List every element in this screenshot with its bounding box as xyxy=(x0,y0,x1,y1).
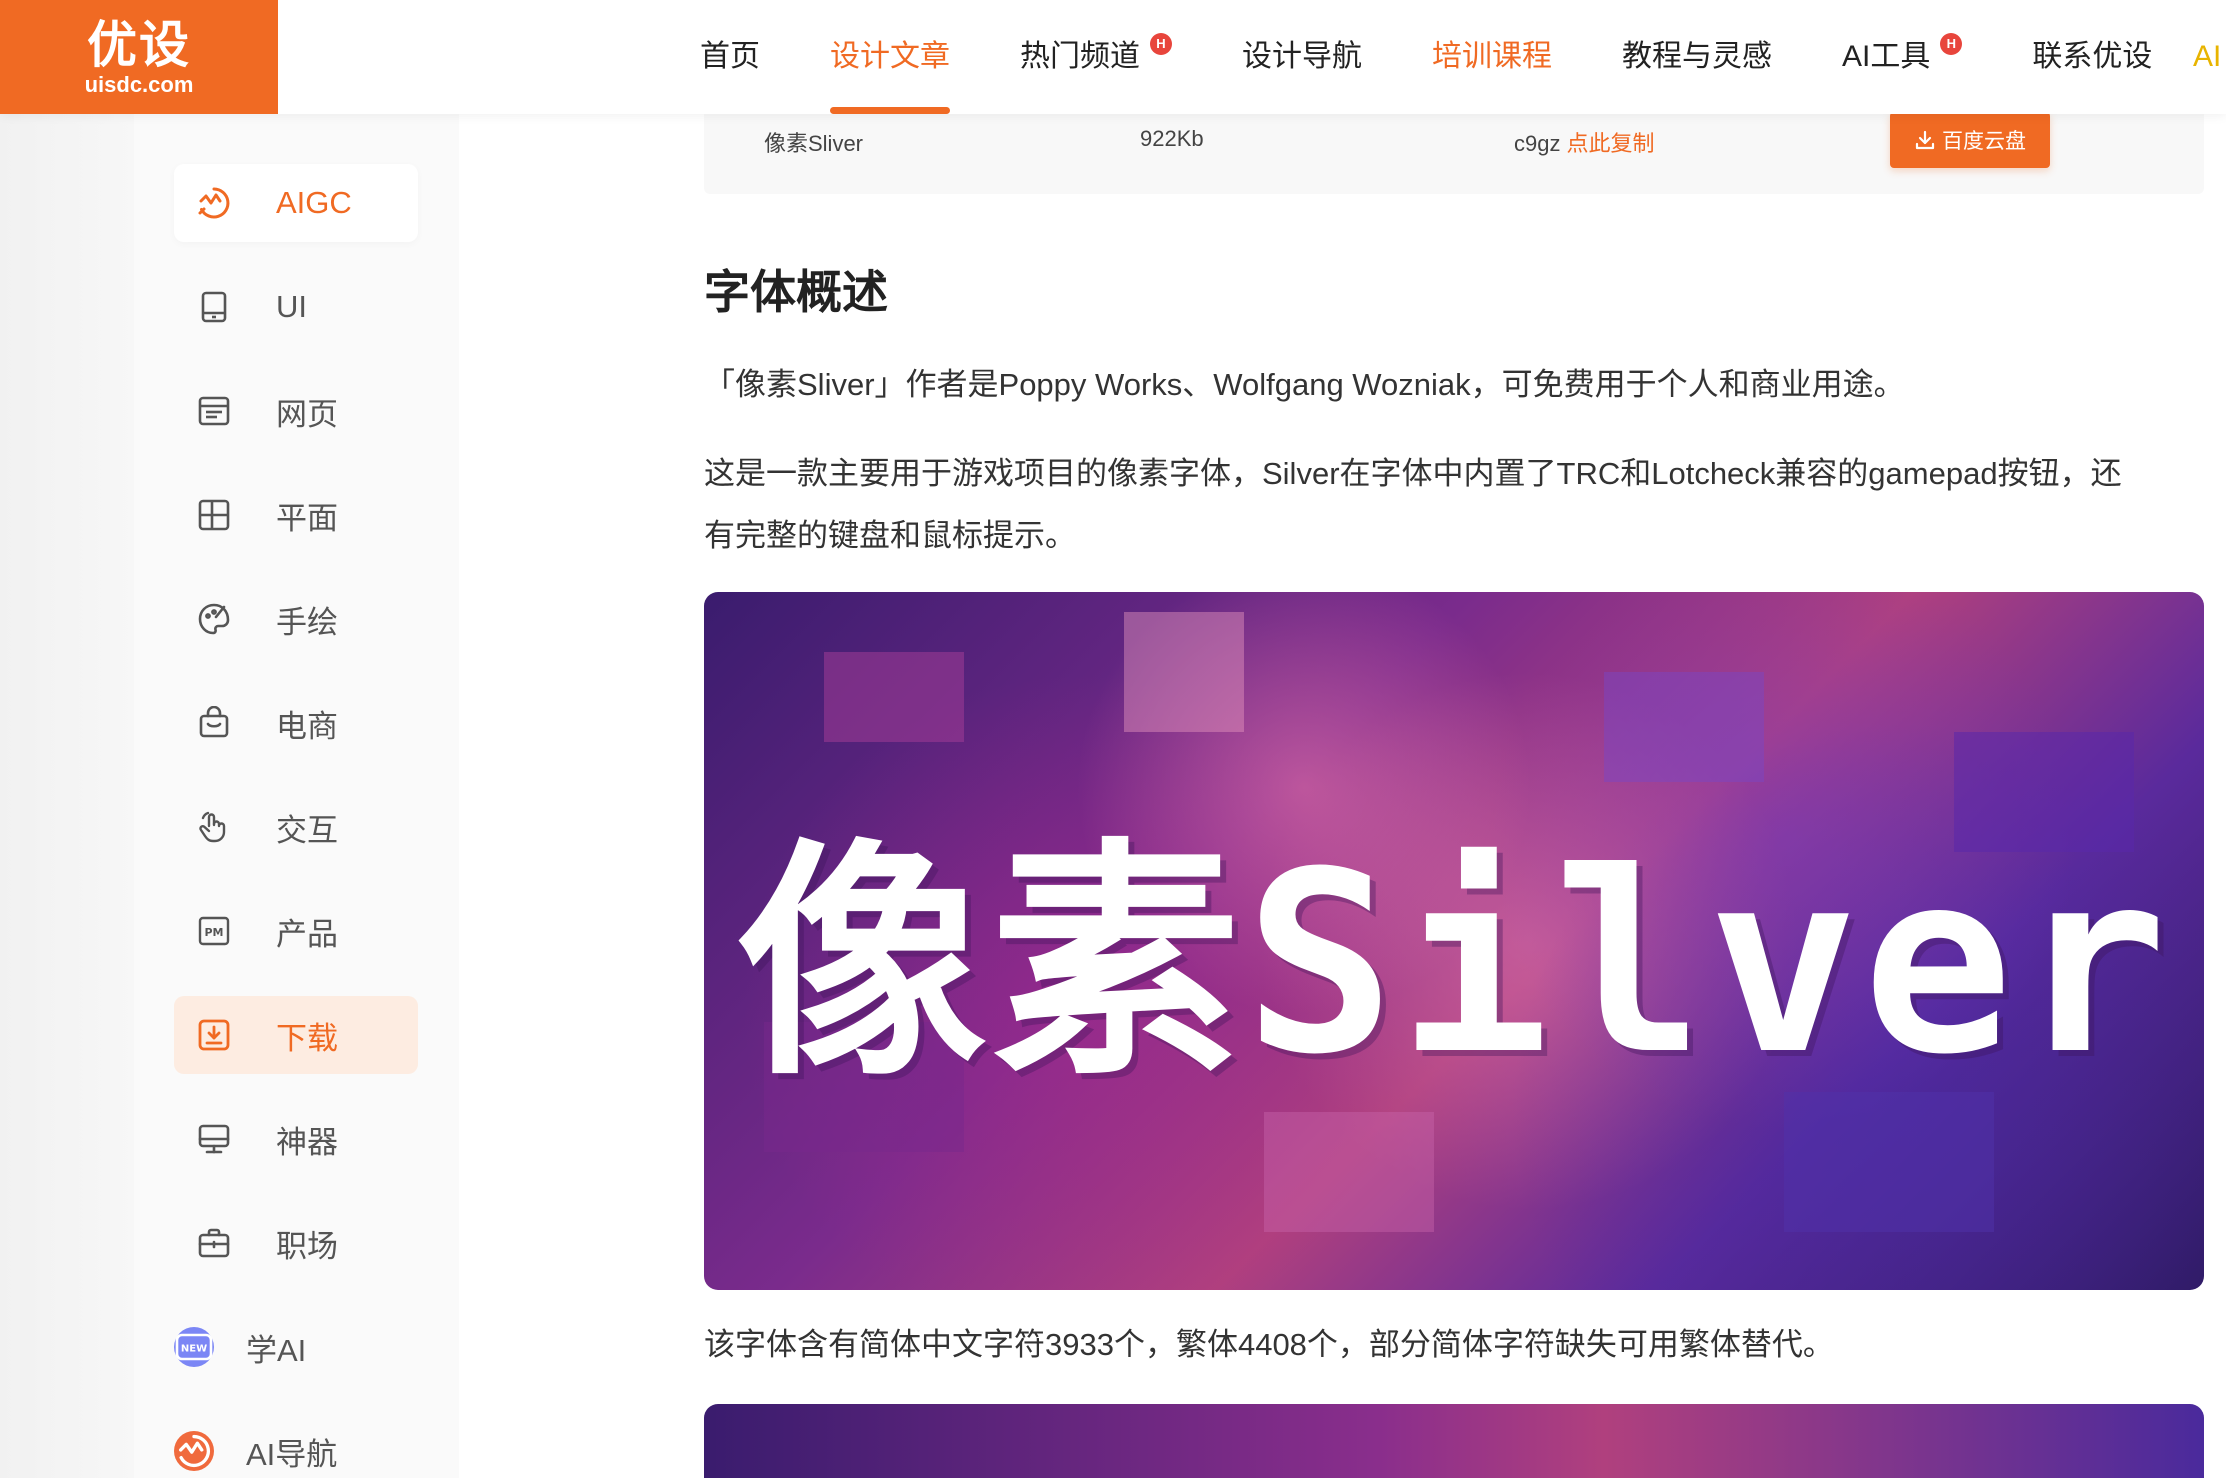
category-sidebar: AIGC UI 网页 平面 手绘 电商 交互 PM 产品 下载 神器 职场 NE… xyxy=(134,114,459,1478)
sidebar-item-label: 电商 xyxy=(276,708,338,744)
monitor-icon xyxy=(194,1119,234,1159)
sidebar-item-label: 产品 xyxy=(276,916,338,952)
extraction-code: c9gz 点此复制 xyxy=(1514,126,1655,158)
nav-label: 热门频道 xyxy=(1020,40,1140,73)
description-paragraph: 这是一款主要用于游戏项目的像素字体，Silver在字体中内置了TRC和Lotch… xyxy=(704,443,2204,567)
nav-hot-channels[interactable]: 热门频道 H xyxy=(1020,0,1172,114)
nav-label: 设计文章 xyxy=(830,40,950,73)
nav-label: 首页 xyxy=(700,40,760,73)
webpage-icon xyxy=(194,391,234,431)
sidebar-item-label: AIGC xyxy=(276,185,352,220)
sidebar-item-interaction[interactable]: 交互 xyxy=(174,788,418,866)
main-nav: 首页 设计文章 热门频道 H 设计导航 培训课程 教程与灵感 AI工具 H 联系… xyxy=(700,0,2222,114)
nav-contact[interactable]: 联系优设 xyxy=(2032,0,2152,114)
nav-label: 联系优设 xyxy=(2032,40,2153,73)
intro-paragraph: 「像素Sliver」作者是Poppy Works、Wolfgang Woznia… xyxy=(704,367,1905,402)
hand-pointer-icon xyxy=(194,807,234,847)
active-nav-underline xyxy=(830,107,950,114)
sidebar-item-tools[interactable]: 神器 xyxy=(174,1100,418,1178)
sidebar-item-label: UI xyxy=(276,289,307,324)
nav-design-navigation[interactable]: 设计导航 xyxy=(1242,0,1362,114)
baidu-pan-button[interactable]: 百度云盘 xyxy=(1890,112,2050,168)
sidebar-item-label: 手绘 xyxy=(276,604,338,640)
page-gutter xyxy=(0,0,134,1478)
sidebar-item-ecommerce[interactable]: 电商 xyxy=(174,684,418,762)
new-badge-icon: NEW xyxy=(174,1327,214,1367)
second-preview-image xyxy=(704,1404,2204,1478)
tablet-icon xyxy=(194,287,234,327)
character-count-paragraph: 该字体含有简体中文字符3933个，繁体4408个，部分简体字符缺失可用繁体替代。 xyxy=(704,1327,1834,1362)
nav-overflow-item[interactable]: AI xyxy=(2193,0,2221,114)
sidebar-item-label: 神器 xyxy=(276,1124,338,1160)
briefcase-icon xyxy=(194,1223,234,1263)
sidebar-item-label: 职场 xyxy=(276,1228,338,1264)
font-preview-image: 像素Silver xyxy=(704,592,2204,1290)
sidebar-item-label: 网页 xyxy=(276,396,338,432)
svg-text:NEW: NEW xyxy=(181,1344,207,1355)
nav-label: AI工具 xyxy=(1842,40,1931,73)
sidebar-item-download[interactable]: 下载 xyxy=(174,996,418,1074)
sidebar-item-label: 交互 xyxy=(276,812,338,848)
code-value: c9gz xyxy=(1514,131,1561,156)
logo-text-en: uisdc.com xyxy=(84,72,194,97)
nav-tutorials-inspiration[interactable]: 教程与灵感 xyxy=(1622,0,1772,114)
download-arrow-icon xyxy=(1915,130,1935,150)
svg-text:PM: PM xyxy=(204,926,223,939)
sidebar-item-aigc[interactable]: AIGC xyxy=(174,164,418,242)
sidebar-item-career[interactable]: 职场 xyxy=(174,1204,418,1282)
top-header: 优设 uisdc.com 首页 设计文章 热门频道 H 设计导航 培训课程 教程… xyxy=(0,0,2226,114)
sidebar-item-ai-nav[interactable]: AI导航 xyxy=(174,1412,418,1478)
sidebar-item-ui[interactable]: UI xyxy=(174,268,418,346)
font-name: 像素Sliver xyxy=(764,131,864,156)
description-line: 这是一款主要用于游戏项目的像素字体，Silver在字体中内置了TRC和Lotch… xyxy=(704,456,2122,491)
hot-badge: H xyxy=(1940,33,1963,55)
sidebar-item-handdrawn[interactable]: 手绘 xyxy=(174,580,418,658)
logo-text-cn: 优设 xyxy=(87,16,191,74)
download-icon xyxy=(194,1015,234,1055)
nav-home[interactable]: 首页 xyxy=(700,0,760,114)
copy-code-link[interactable]: 点此复制 xyxy=(1566,131,1654,156)
nav-training-courses[interactable]: 培训课程 xyxy=(1432,0,1552,114)
pm-icon: PM xyxy=(194,911,234,951)
sidebar-item-learn-ai[interactable]: NEW 学AI xyxy=(174,1308,418,1386)
hero-font-sample: 像素Silver xyxy=(736,818,2172,1109)
baidu-pan-label: 百度云盘 xyxy=(1942,130,2026,153)
ai-nav-icon xyxy=(174,1431,214,1471)
nav-ai-tools[interactable]: AI工具 H xyxy=(1842,0,1963,114)
nav-label: 培训课程 xyxy=(1432,40,1552,73)
aigc-icon xyxy=(194,183,234,223)
palette-icon xyxy=(194,599,234,639)
sidebar-item-webpage[interactable]: 网页 xyxy=(174,372,418,450)
hot-badge: H xyxy=(1150,33,1172,55)
nav-label: 教程与灵感 xyxy=(1622,40,1772,73)
sidebar-item-label: 学AI xyxy=(246,1332,307,1368)
sidebar-item-label: 下载 xyxy=(276,1020,338,1056)
site-logo[interactable]: 优设 uisdc.com xyxy=(0,0,278,114)
layout-icon xyxy=(194,495,234,535)
description-line: 有完整的键盘和鼠标提示。 xyxy=(704,518,1076,553)
shopping-bag-icon xyxy=(194,703,234,743)
sidebar-item-label: 平面 xyxy=(276,500,338,536)
section-heading: 字体概述 xyxy=(704,266,888,318)
file-size: 922Kb xyxy=(1140,126,1204,151)
sidebar-item-product[interactable]: PM 产品 xyxy=(174,892,418,970)
sidebar-item-label: AI导航 xyxy=(246,1436,338,1472)
nav-design-articles[interactable]: 设计文章 xyxy=(830,0,950,114)
sidebar-item-graphic[interactable]: 平面 xyxy=(174,476,418,554)
nav-label: 设计导航 xyxy=(1242,40,1362,73)
